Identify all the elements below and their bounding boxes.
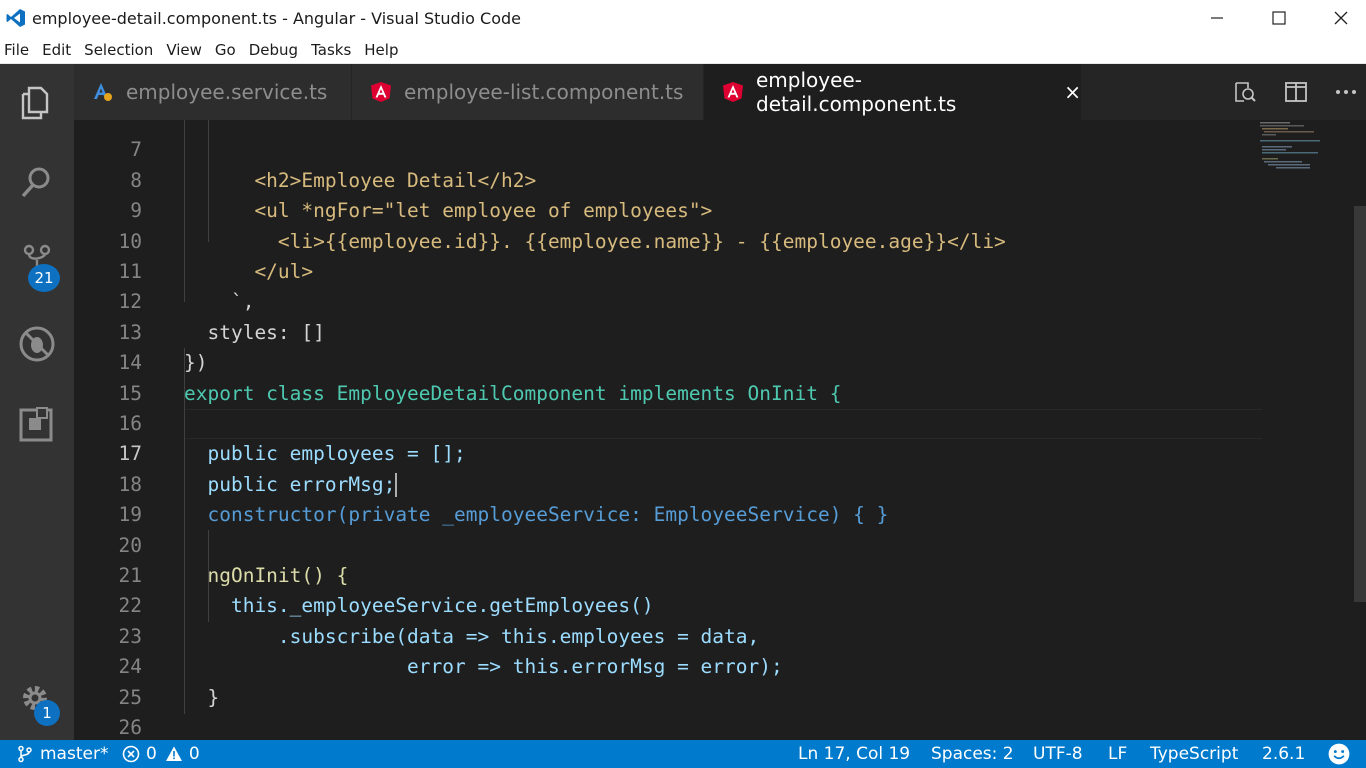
code-line: 11 `,: [74, 227, 1264, 313]
code-line: 19: [74, 470, 1264, 526]
close-tab-icon[interactable]: ×: [1064, 80, 1081, 104]
files-icon: [21, 86, 49, 120]
tab-label: employee.service.ts: [126, 80, 328, 104]
warning-icon: [165, 746, 182, 761]
menu-bar: File Edit Selection View Go Debug Tasks …: [0, 36, 1366, 64]
code-line: 12 styles: []: [74, 257, 1264, 343]
code-line-current: 17 public errorMsg;: [74, 409, 1264, 498]
title-bar: employee-detail.component.ts - Angular -…: [0, 0, 1366, 36]
window-title: employee-detail.component.ts - Angular -…: [32, 8, 521, 28]
tab-label: employee-detail.component.ts: [756, 68, 957, 116]
split-editor-icon: [1285, 82, 1307, 102]
close-window-button[interactable]: [1310, 0, 1366, 36]
git-branch-icon: [18, 745, 32, 763]
indent-guide: [184, 348, 185, 714]
code-line: 22 .subscribe(data => this.employees = d…: [74, 561, 1264, 647]
indent-guide: [208, 530, 209, 622]
branch-indicator[interactable]: master*: [16, 740, 108, 768]
error-icon: [122, 745, 140, 763]
code-line: 8 <ul *ngFor="let employee of employees"…: [74, 135, 1264, 222]
code-line: 7 <h2>Employee Detail</h2>: [74, 120, 1264, 191]
angular-service-icon: [94, 83, 112, 101]
warning-count: 0: [188, 744, 200, 764]
activity-extensions[interactable]: [0, 394, 74, 454]
maximize-button[interactable]: [1248, 0, 1310, 36]
vertical-scrollbar[interactable]: [1354, 206, 1366, 602]
smiley-icon: [1328, 743, 1350, 765]
code-line: 13 }): [74, 287, 1264, 374]
encoding-setting[interactable]: UTF-8: [1033, 740, 1083, 768]
eol-setting[interactable]: LF: [1108, 740, 1127, 768]
code-line: 27: [74, 713, 1264, 740]
activity-explorer[interactable]: [0, 74, 74, 134]
tab-bar: employee.service.ts employee-list.compon…: [74, 64, 1366, 120]
tab-employee-detail[interactable]: employee-detail.component.ts ×: [704, 64, 1082, 120]
code-line: 16 public employees = [];: [74, 379, 1264, 465]
branch-name: master*: [40, 744, 109, 764]
menu-go[interactable]: Go: [211, 41, 243, 59]
settings-badge: 1: [34, 700, 60, 726]
error-count: 0: [146, 744, 157, 764]
code-line: 18 constructor(private _employeeService:…: [74, 439, 1264, 526]
maximize-icon: [1272, 11, 1286, 25]
typescript-version[interactable]: 2.6.1: [1262, 740, 1305, 768]
code-line: 20 ngOnInit() {: [74, 500, 1264, 587]
menu-selection[interactable]: Selection: [80, 41, 160, 59]
minimize-icon: [1211, 17, 1223, 19]
menu-debug[interactable]: Debug: [245, 41, 305, 59]
tab-label: employee-list.component.ts: [404, 80, 684, 104]
search-icon: [21, 167, 50, 198]
more-actions-icon: [1336, 90, 1356, 94]
more-actions-button[interactable]: [1326, 64, 1366, 120]
tab-employee-service[interactable]: employee.service.ts: [74, 64, 352, 120]
code-line: 26 }: [74, 683, 1264, 739]
indent-guide: [208, 120, 209, 242]
open-preview-button[interactable]: [1225, 64, 1265, 120]
code-line: 24 }: [74, 622, 1264, 708]
close-icon: [1334, 11, 1348, 25]
code-line: 21 this._employeeService.getEmployees(): [74, 531, 1264, 617]
activity-bar: 21 1: [0, 64, 74, 740]
minimap[interactable]: [1258, 120, 1336, 180]
code-line: 9 <li>{{employee.id}}. {{employee.name}}…: [74, 166, 1264, 252]
tab-employee-list[interactable]: employee-list.component.ts: [352, 64, 704, 120]
code-line: 15: [74, 348, 1264, 405]
code-line: 25: [74, 652, 1264, 709]
extensions-icon: [19, 407, 53, 442]
menu-help[interactable]: Help: [360, 41, 405, 59]
code-editor[interactable]: 7 <h2>Employee Detail</h2> 8 <ul *ngFor=…: [74, 120, 1366, 740]
debug-icon: [19, 326, 55, 362]
menu-tasks[interactable]: Tasks: [307, 41, 358, 59]
code-line: 14 export class EmployeeDetailComponent …: [74, 318, 1264, 404]
open-preview-icon: [1235, 82, 1256, 102]
status-bar: master* 0 0 Ln 17, Col 19 Spaces: 2 UTF-…: [0, 740, 1366, 768]
feedback-button[interactable]: [1328, 740, 1350, 768]
menu-edit[interactable]: Edit: [38, 41, 78, 59]
activity-debug[interactable]: [0, 314, 74, 374]
language-mode[interactable]: TypeScript: [1150, 740, 1238, 768]
problems-indicator[interactable]: 0 0: [122, 740, 200, 768]
code-line: 23 error => this.errorMsg = error);: [74, 591, 1264, 678]
indent-guide: [184, 120, 185, 302]
source-control-badge: 21: [28, 264, 60, 292]
angular-icon: [723, 82, 743, 102]
angular-icon: [371, 82, 391, 102]
menu-view[interactable]: View: [162, 41, 209, 59]
vscode-icon: [6, 9, 25, 27]
indentation-setting[interactable]: Spaces: 2: [931, 740, 1014, 768]
menu-file[interactable]: File: [0, 41, 36, 59]
minimize-button[interactable]: [1186, 0, 1248, 36]
cursor-position[interactable]: Ln 17, Col 19: [798, 740, 910, 768]
code-line: 10 </ul>: [74, 196, 1264, 283]
activity-search[interactable]: [0, 152, 74, 212]
split-editor-button[interactable]: [1276, 64, 1316, 120]
